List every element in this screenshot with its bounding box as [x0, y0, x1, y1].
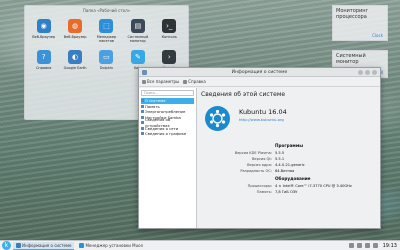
all-settings-icon	[142, 79, 146, 84]
all-settings-button[interactable]: Все параметры	[142, 79, 179, 84]
window-titlebar[interactable]: Информация о системе	[139, 68, 380, 77]
desktop-icon[interactable]: ▭ Dolphin	[91, 50, 122, 70]
widget-title: Системный монитор	[336, 53, 366, 65]
terminal-icon: ›_	[162, 19, 177, 33]
page-title: Сведения об этой системе	[201, 91, 286, 98]
info-row: Разрядность ОС: 64-битная	[215, 168, 305, 174]
clock[interactable]: 19:13	[383, 243, 397, 249]
desktop-icon-label: Google Earth	[63, 66, 87, 70]
desktop-icon-label: Веб-браузер	[63, 35, 87, 39]
desktop-icon[interactable]: ›_ Консоль	[154, 19, 185, 43]
hardware-list: Процессоры: 4 × Intel® Core™ i7-3770 CPU …	[215, 183, 352, 195]
desktop-icon[interactable]: ▤ Системный монитор	[122, 19, 153, 43]
folder-view-title: Папка «Рабочий стол»	[82, 8, 131, 13]
desktop-icon-label: Менеджер пакетов	[96, 35, 117, 43]
sidebar-item-icon	[141, 132, 144, 136]
app-launcher-icon[interactable]: k	[2, 241, 11, 250]
distro-link[interactable]: http://www.kubuntu.org	[239, 117, 284, 122]
taskbar: k Информация о системе Менеджер установки…	[0, 240, 400, 250]
sidebar-item-icon	[141, 121, 144, 125]
konsole-icon: ›	[162, 50, 177, 64]
system-tray: 19:13	[348, 243, 400, 249]
taskbar-task[interactable]: Менеджер установки Muon	[76, 242, 146, 250]
desktop-icon-label: Системный монитор	[127, 35, 149, 43]
google-earth-icon: ◐	[68, 50, 83, 64]
info-value: 7,8 ГиБ ОЗУ	[275, 190, 298, 194]
maximize-icon[interactable]	[365, 70, 370, 75]
desktop-icon[interactable]: ◍ Веб-браузер	[59, 19, 90, 43]
desktop-icon[interactable]: ⬚ Менеджер пакетов	[91, 19, 122, 43]
sidebar-item[interactable]: Сведения о графике	[141, 131, 194, 137]
desktop-icon-label: Веб-браузер	[32, 35, 56, 39]
info-value: 64-битная	[275, 169, 295, 173]
notifications-icon[interactable]	[372, 243, 378, 248]
clipboard-icon[interactable]	[364, 243, 370, 248]
kubuntu-logo-icon	[205, 106, 230, 131]
main-panel: Сведения об этой системе Kubuntu 16.04 h…	[197, 88, 380, 228]
system-info-window: Информация о системе Все параметры Справ…	[138, 67, 381, 229]
task-list: Информация о системе Менеджер установки M…	[13, 241, 148, 250]
help-button[interactable]: Справка	[183, 79, 206, 84]
minimize-icon[interactable]	[358, 70, 363, 75]
hardware-heading: Оборудование	[275, 176, 311, 181]
close-icon[interactable]	[372, 70, 377, 75]
firefox-icon: ◍	[68, 19, 83, 33]
info-key: Разрядность ОС:	[240, 169, 272, 173]
window-toolbar: Все параметры Справка	[139, 77, 380, 87]
desktop-icon-label: Справка	[35, 66, 52, 70]
sidebar-item-icon	[141, 99, 144, 103]
desktop-icon-label: Консоль	[161, 35, 177, 39]
desktop-icon-label: Dolphin	[99, 66, 114, 70]
desktop-icon[interactable]: ◉ Веб-браузер	[28, 19, 59, 43]
kate-icon: ✎	[130, 50, 145, 64]
widget-link[interactable]: Clock	[372, 33, 383, 38]
help-icon: ?	[36, 50, 51, 64]
package-manager-icon: ⬚	[99, 19, 114, 33]
help-label: Справка	[188, 79, 206, 84]
info-key: Память:	[256, 190, 272, 194]
sidebar-item-icon	[141, 110, 144, 114]
globe-icon: ◉	[36, 19, 51, 33]
help-icon	[183, 79, 188, 84]
search-input[interactable]: Поиск...	[141, 90, 194, 96]
sidebar: Поиск... О системе Память Энергопотреблени…	[139, 88, 197, 228]
widget-title: Мониторинг процессора	[336, 8, 369, 20]
info-row: Память: 7,8 ГиБ ОЗУ	[215, 189, 352, 195]
muon-icon	[79, 243, 85, 248]
desktop-icon[interactable]: ◐ Google Earth	[59, 50, 90, 70]
nav-list: О системе Память Энергопотребление Настройк…	[141, 98, 194, 137]
task-label: Менеджер установки Muon	[85, 243, 144, 248]
cpu-monitor-widget[interactable]: Мониторинг процессора Clock	[332, 5, 388, 41]
sidebar-item-icon	[141, 104, 144, 108]
sidebar-item-label: Сведения о графике	[145, 131, 187, 136]
software-list: Версия KDE Plasma: 5.5.5 Версия Qt: 5.5.1 Ве…	[215, 150, 305, 174]
task-label: Информация о системе	[22, 242, 72, 248]
taskbar-task[interactable]: Информация о системе	[13, 241, 75, 250]
info-icon	[16, 242, 21, 248]
dolphin-icon: ▭	[99, 50, 114, 64]
window-title: Информация о системе	[231, 70, 288, 75]
folder-grid: ◉ Веб-браузер ◍ Веб-браузер ⬚ Менеджер пакето…	[25, 15, 188, 70]
system-monitor-icon: ▤	[130, 19, 145, 33]
sidebar-item-icon	[141, 115, 144, 119]
sidebar-item-icon	[141, 126, 144, 130]
software-heading: Программы	[275, 143, 304, 148]
desktop-icon[interactable]: ? Справка	[28, 50, 59, 70]
volume-icon[interactable]	[356, 243, 362, 248]
distro-name: Kubuntu 16.04	[239, 108, 287, 116]
network-icon[interactable]	[348, 243, 354, 248]
all-settings-label: Все параметры	[147, 79, 180, 84]
